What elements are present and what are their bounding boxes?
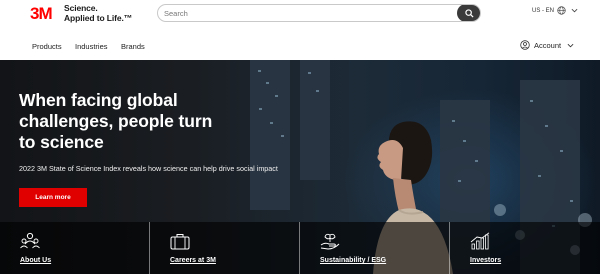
search-input[interactable] <box>158 5 458 21</box>
card-label-about-us: About Us <box>20 257 52 264</box>
card-label-careers: Careers at 3M <box>170 257 216 264</box>
locale-selector[interactable]: US - EN <box>532 6 578 15</box>
hero-subtitle: 2022 3M State of Science Index reveals h… <box>19 164 278 173</box>
account-label: Account <box>534 40 562 50</box>
people-icon <box>20 232 40 249</box>
hero-banner: When facing global challenges, people tu… <box>0 60 600 274</box>
svg-text:3M: 3M <box>30 4 52 21</box>
card-sustainability[interactable]: Sustainability / ESG <box>300 222 450 274</box>
hero-title: When facing global challenges, people tu… <box>19 90 249 153</box>
user-circle-icon <box>520 40 530 50</box>
globe-icon <box>557 6 566 15</box>
hero-title-line1: When facing global <box>19 90 178 110</box>
learn-more-button[interactable]: Learn more <box>19 188 87 207</box>
brand-tagline: Science. Applied to Life.™ <box>64 3 132 23</box>
account-menu[interactable]: Account <box>520 40 574 50</box>
quick-links: About Us Careers at 3M Sustainability / … <box>0 222 600 274</box>
hand-leaf-icon <box>320 233 340 250</box>
locale-label: US - EN <box>532 7 555 14</box>
hero-title-line3: to science <box>19 132 104 152</box>
3m-logo[interactable]: 3M <box>30 4 59 21</box>
tagline-line1: Science. <box>64 3 98 13</box>
main-nav: Products Industries Brands Account <box>0 36 600 58</box>
briefcase-icon <box>170 234 190 250</box>
card-investors[interactable]: Investors <box>450 222 600 274</box>
card-label-investors: Investors <box>470 257 502 264</box>
search-button[interactable] <box>457 5 480 21</box>
nav-item-industries[interactable]: Industries <box>75 42 108 51</box>
bar-chart-icon <box>470 232 490 250</box>
search-icon <box>464 8 474 18</box>
card-about-us[interactable]: About Us <box>0 222 150 274</box>
chevron-down-icon <box>571 8 578 13</box>
top-bar: 3M Science. Applied to Life.™ US - EN <box>0 0 600 30</box>
nav-item-brands[interactable]: Brands <box>121 42 145 51</box>
card-label-sustainability: Sustainability / ESG <box>320 257 387 264</box>
search-bar <box>157 4 481 22</box>
tagline-line2: Applied to Life.™ <box>64 13 133 23</box>
nav-item-products[interactable]: Products <box>32 42 62 51</box>
chevron-down-icon <box>567 43 574 47</box>
hero-title-line2: challenges, people turn <box>19 111 213 131</box>
card-careers[interactable]: Careers at 3M <box>150 222 300 274</box>
